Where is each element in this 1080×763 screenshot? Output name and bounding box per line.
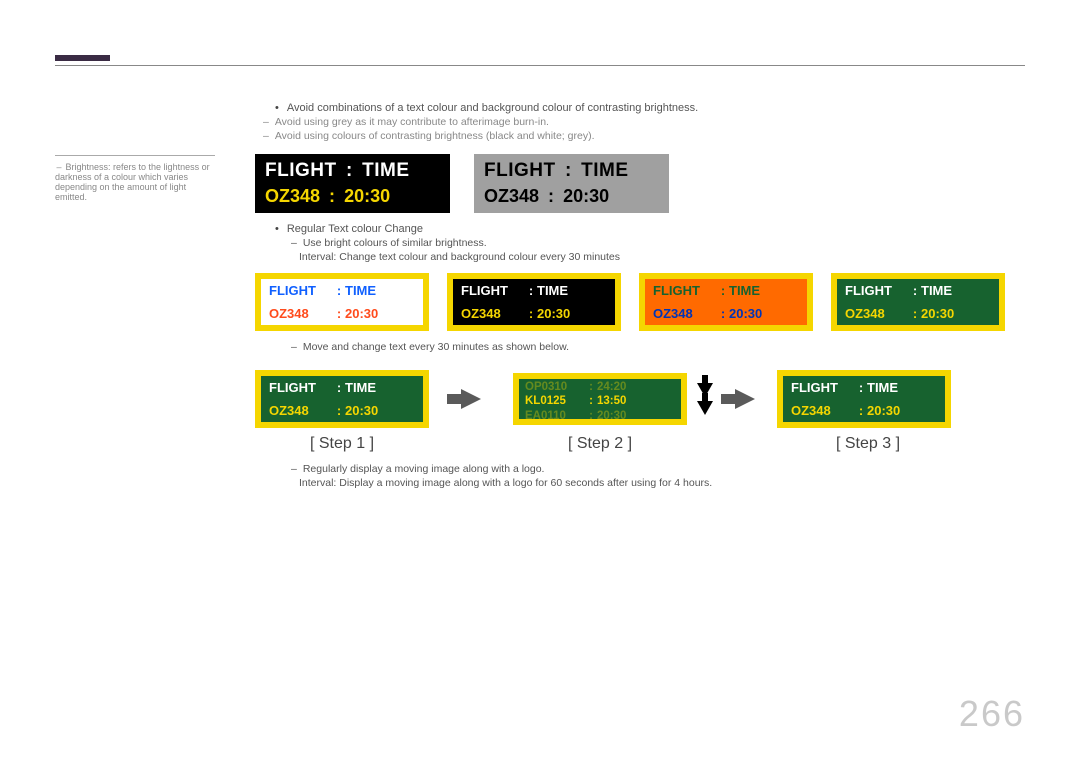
val-code: OZ348	[484, 186, 539, 206]
variant-panel-2: FLIGHT:TIME OZ348:20:30	[447, 273, 621, 331]
hdr-time: TIME	[362, 160, 409, 181]
mid-sub2: Interval: Change text colour and backgro…	[299, 251, 1035, 263]
step-labels-row: [ Step 1 ] [ Step 2 ] [ Step 3 ]	[255, 435, 1035, 453]
val-time: 20:30	[563, 186, 609, 206]
step2-panel: OP0310:24:20 KL0125:13:50 EA0110:20:30 K…	[513, 373, 687, 425]
header-rule	[55, 65, 1025, 66]
big-panels-row: FLIGHT : TIME OZ348 : 20:30 FLIGHT : TIM…	[255, 154, 1035, 213]
step1-label: [ Step 1 ]	[255, 435, 429, 453]
hdr-time: TIME	[581, 160, 628, 181]
header-accent	[55, 55, 110, 61]
intro-dash1: Avoid using grey as it may contribute to…	[263, 116, 1035, 128]
steps-row: FLIGHT:TIME OZ348:20:30 OP0310:24:20 KL0…	[255, 367, 1035, 431]
intro-bullet: Avoid combinations of a text colour and …	[275, 102, 1035, 114]
tail-dash: Regularly display a moving image along w…	[291, 463, 1035, 475]
arrow-step2-step3	[723, 367, 767, 431]
arrow-right-icon	[735, 389, 755, 409]
step2-label: [ Step 2 ]	[513, 435, 687, 453]
variant-panel-1: FLIGHT:TIME OZ348:20:30	[255, 273, 429, 331]
move-instruction: Move and change text every 30 minutes as…	[291, 341, 1035, 353]
big-panel-grey: FLIGHT : TIME OZ348 : 20:30	[474, 154, 669, 213]
colour-variants-row: FLIGHT:TIME OZ348:20:30 FLIGHT:TIME OZ34…	[255, 273, 1035, 331]
main-content: Avoid combinations of a text colour and …	[255, 100, 1035, 491]
step3-panel: FLIGHT:TIME OZ348:20:30	[777, 370, 951, 428]
tail-sub: Interval: Display a moving image along w…	[299, 477, 1035, 489]
arrow-right-icon	[461, 389, 481, 409]
val-time: 20:30	[344, 186, 390, 206]
mid-sub1: Use bright colours of similar brightness…	[291, 237, 1035, 249]
variant-panel-3: FLIGHT:TIME OZ348:20:30	[639, 273, 813, 331]
mid-bullet: Regular Text colour Change	[275, 223, 1035, 235]
arrow-down-icon	[697, 401, 713, 415]
variant-panel-4: FLIGHT:TIME OZ348:20:30	[831, 273, 1005, 331]
arrow-step1-step2	[439, 367, 503, 431]
page-number: 266	[959, 693, 1025, 735]
big-panel-black: FLIGHT : TIME OZ348 : 20:30	[255, 154, 450, 213]
step3-label: [ Step 3 ]	[781, 435, 955, 453]
step1-panel: FLIGHT:TIME OZ348:20:30	[255, 370, 429, 428]
sidebar-note: ‒ Brightness: refers to the lightness or…	[55, 155, 215, 202]
hdr-flight: FLIGHT	[484, 160, 556, 181]
hdr-flight: FLIGHT	[265, 160, 337, 181]
val-code: OZ348	[265, 186, 320, 206]
arrow-down-group	[697, 367, 713, 431]
intro-dash2: Avoid using colours of contrasting brigh…	[263, 130, 1035, 142]
sidebar-note-text: Brightness: refers to the lightness or d…	[55, 162, 210, 202]
